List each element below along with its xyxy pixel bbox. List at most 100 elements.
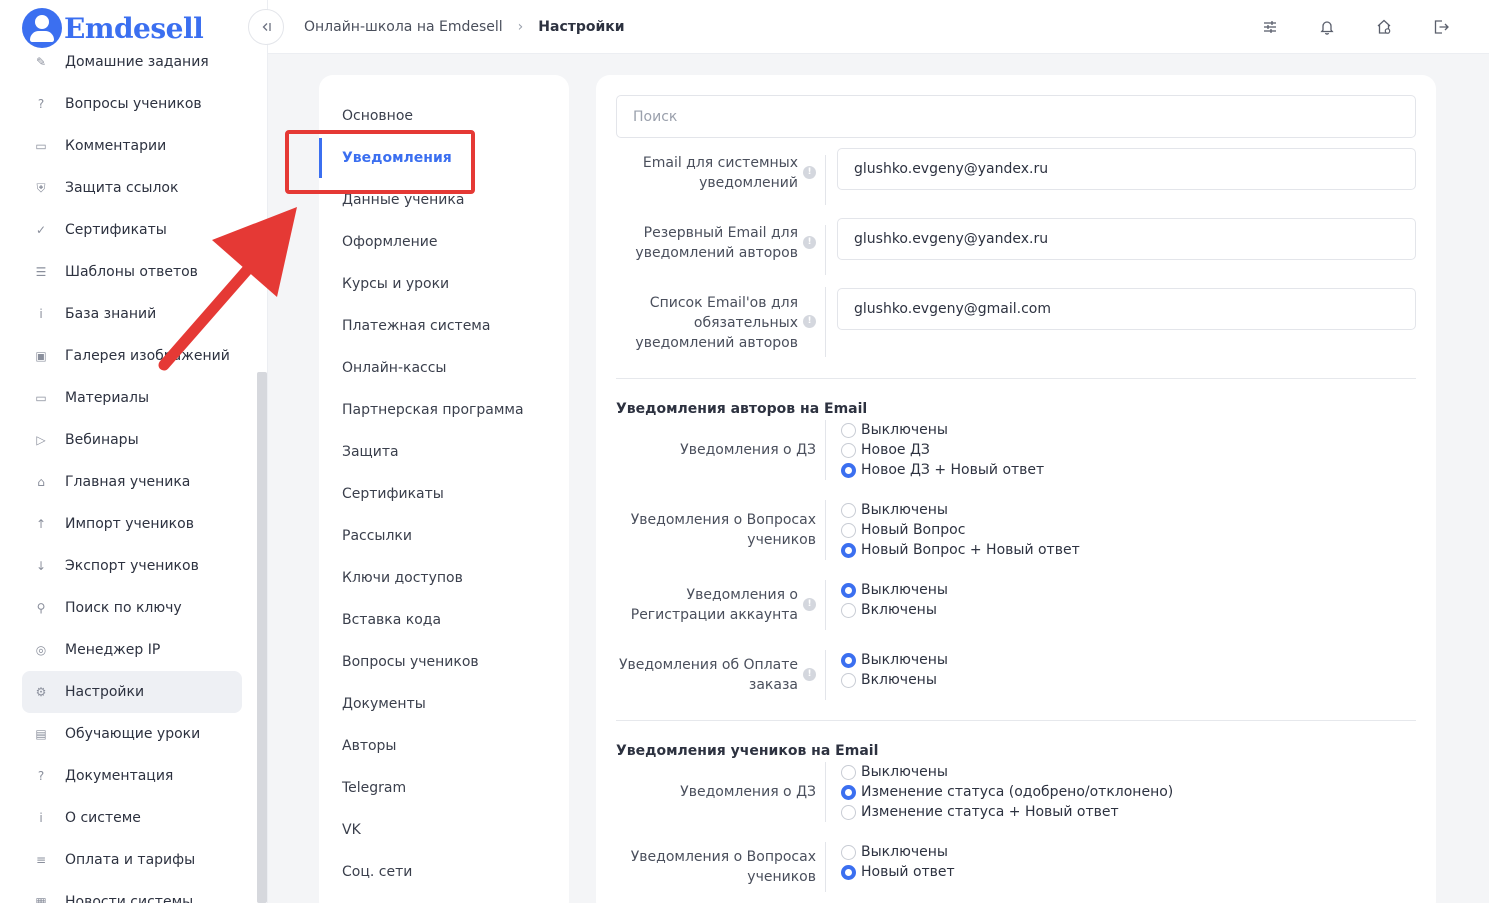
divider <box>825 842 826 892</box>
settings-nav-item[interactable]: Авторы <box>319 725 569 767</box>
sidebar-item[interactable]: ≡ Оплата и тарифы <box>22 839 242 881</box>
divider <box>825 580 826 630</box>
sidebar-item-label: Менеджер IP <box>65 642 161 658</box>
settings-nav-item[interactable]: Партнерская программа <box>319 389 569 431</box>
collapse-sidebar-button[interactable] <box>248 9 284 45</box>
settings-nav-item[interactable]: Ключи доступов <box>319 557 569 599</box>
radio-button[interactable] <box>841 652 856 668</box>
radio-label: Изменение статуса + Новый ответ <box>861 804 1119 820</box>
radio-option[interactable]: Изменение статуса (одобрено/отклонено) <box>841 782 1173 802</box>
settings-nav-item[interactable]: Документы <box>319 683 569 725</box>
radio-button[interactable] <box>841 804 856 820</box>
sidebar-item[interactable]: ✎ Домашние задания <box>22 41 242 83</box>
radio-button[interactable] <box>841 784 856 800</box>
settings-nav-item[interactable]: VK <box>319 809 569 851</box>
sidebar-item[interactable]: ? Вопросы учеников <box>22 83 242 125</box>
logout-icon[interactable] <box>1431 17 1451 37</box>
radio-button[interactable] <box>841 602 856 618</box>
radio-option[interactable]: Новый Вопрос <box>841 520 965 540</box>
settings-nav-item[interactable]: Платежная система <box>319 305 569 347</box>
play-icon: ▷ <box>36 433 46 447</box>
sidebar-item[interactable]: ⚙ Настройки <box>22 671 242 713</box>
radio-option[interactable]: Выключены <box>841 500 948 520</box>
sidebar-item-label: О системе <box>65 810 141 826</box>
settings-nav-item[interactable]: Защита <box>319 431 569 473</box>
email-list-input[interactable] <box>837 288 1416 330</box>
download-icon: ↓ <box>35 559 47 573</box>
sidebar-item[interactable]: ☰ Шаблоны ответов <box>22 251 242 293</box>
radio-option[interactable]: Выключены <box>841 762 948 782</box>
settings-nav-item[interactable]: Сертификаты <box>319 473 569 515</box>
info-icon[interactable]: ! <box>803 236 816 249</box>
author-registration-label: Уведомления о Регистрации аккаунта <box>630 587 798 623</box>
breadcrumb-item-school[interactable]: Онлайн-школа на Emdesell <box>304 19 503 35</box>
radio-button[interactable] <box>841 844 856 860</box>
settings-nav-item[interactable]: Онлайн-кассы <box>319 347 569 389</box>
radio-button[interactable] <box>841 462 856 478</box>
sidebar-scrollbar[interactable] <box>257 372 267 903</box>
radio-button[interactable] <box>841 442 856 458</box>
sidebar-item-label: Шаблоны ответов <box>65 264 198 280</box>
info-icon[interactable]: ! <box>803 166 816 179</box>
info-icon[interactable]: ! <box>803 315 816 328</box>
radio-button[interactable] <box>841 422 856 438</box>
radio-option[interactable]: Новое ДЗ + Новый ответ <box>841 460 1044 480</box>
radio-button[interactable] <box>841 522 856 538</box>
sidebar-item-label: Импорт учеников <box>65 516 194 532</box>
email-system-input[interactable] <box>837 148 1416 190</box>
settings-nav-item[interactable]: Telegram <box>319 767 569 809</box>
info-icon[interactable]: ! <box>803 668 816 681</box>
radio-option[interactable]: Выключены <box>841 580 948 600</box>
radio-button[interactable] <box>841 542 856 558</box>
radio-button[interactable] <box>841 582 856 598</box>
radio-button[interactable] <box>841 672 856 688</box>
sidebar-item[interactable]: ? Документация <box>22 755 242 797</box>
target-icon: ◎ <box>35 643 47 657</box>
sidebar-item[interactable]: ↓ Экспорт учеников <box>22 545 242 587</box>
radio-option[interactable]: Выключены <box>841 842 948 862</box>
sidebar-item[interactable]: ▷ Вебинары <box>22 419 242 461</box>
bell-icon[interactable] <box>1317 17 1337 37</box>
radio-option[interactable]: Выключены <box>841 420 948 440</box>
upload-icon: ↑ <box>35 517 47 531</box>
settings-nav-item[interactable]: Оформление <box>319 221 569 263</box>
sidebar-item-label: Главная ученика <box>65 474 191 490</box>
sidebar-item-label: Новости системы <box>65 894 194 903</box>
radio-option[interactable]: Новый Вопрос + Новый ответ <box>841 540 1080 560</box>
sidebar-item[interactable]: ▭ Материалы <box>22 377 242 419</box>
sidebar-item[interactable]: i О системе <box>22 797 242 839</box>
settings-nav-item[interactable]: Рассылки <box>319 515 569 557</box>
info-icon[interactable]: ! <box>803 598 816 611</box>
radio-button[interactable] <box>841 764 856 780</box>
sidebar-item[interactable]: ▦ Новости системы <box>22 881 242 903</box>
sidebar-item[interactable]: ⌂ Главная ученика <box>22 461 242 503</box>
radio-option[interactable]: Новое ДЗ <box>841 440 930 460</box>
radio-option[interactable]: Включены <box>841 600 937 620</box>
sidebar-item[interactable]: i База знаний <box>22 293 242 335</box>
sidebar-item[interactable]: ✓ Сертификаты <box>22 209 242 251</box>
sidebar-item[interactable]: ◎ Менеджер IP <box>22 629 242 671</box>
radio-label: Включены <box>861 602 937 618</box>
home-settings-icon[interactable] <box>1374 17 1394 37</box>
sidebar-item[interactable]: ▭ Комментарии <box>22 125 242 167</box>
sidebar-item[interactable]: ▣ Галерея изображений <box>22 335 242 377</box>
radio-option[interactable]: Включены <box>841 670 937 690</box>
sidebar-item[interactable]: ⛨ Защита ссылок <box>22 167 242 209</box>
radio-option[interactable]: Выключены <box>841 650 948 670</box>
settings-nav-item[interactable]: Соц. сети <box>319 851 569 893</box>
radio-button[interactable] <box>841 864 856 880</box>
sidebar-item[interactable]: ▤ Обучающие уроки <box>22 713 242 755</box>
radio-label: Включены <box>861 672 937 688</box>
search-input[interactable] <box>616 95 1416 138</box>
sidebar-item[interactable]: ⚲ Поиск по ключу <box>22 587 242 629</box>
radio-option[interactable]: Новый ответ <box>841 862 955 882</box>
settings-nav-item[interactable]: Вставка кода <box>319 599 569 641</box>
settings-nav-item[interactable]: Курсы и уроки <box>319 263 569 305</box>
news-icon: ▦ <box>35 895 47 903</box>
sidebar-item[interactable]: ↑ Импорт учеников <box>22 503 242 545</box>
sliders-icon[interactable] <box>1260 17 1280 37</box>
email-backup-input[interactable] <box>837 218 1416 260</box>
radio-button[interactable] <box>841 502 856 518</box>
radio-option[interactable]: Изменение статуса + Новый ответ <box>841 802 1119 822</box>
settings-nav-item[interactable]: Вопросы учеников <box>319 641 569 683</box>
